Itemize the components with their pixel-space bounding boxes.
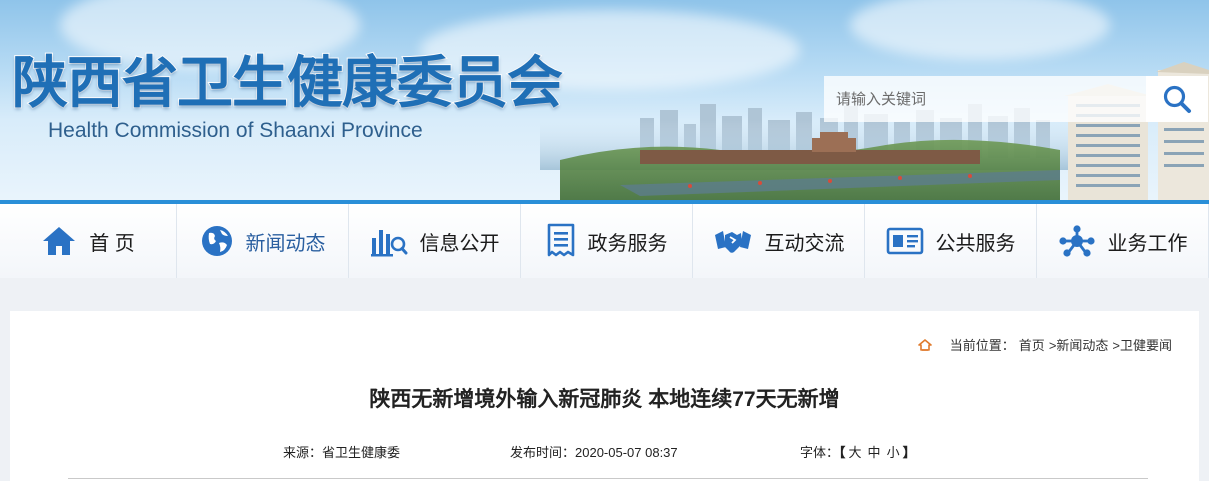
chart-search-icon — [370, 230, 407, 257]
breadcrumb: 当前位置： 首页 >新闻动态 >卫健要闻 — [917, 335, 1172, 354]
font-size-medium-button[interactable]: 中 — [868, 445, 881, 460]
breadcrumb-link-health-news[interactable]: >卫健要闻 — [1112, 335, 1172, 354]
nav-item-label: 业务工作 — [1107, 232, 1188, 255]
article-panel: 当前位置： 首页 >新闻动态 >卫健要闻 陕西无新增境外输入新冠肺炎 本地连续7… — [10, 311, 1199, 481]
nav-item-interaction[interactable]: 互动交流 — [693, 204, 865, 278]
font-size-control: 字体：【大中小】 — [800, 442, 916, 461]
font-size-large-button[interactable]: 大 — [849, 445, 862, 460]
divider — [68, 478, 1148, 479]
home-icon — [43, 227, 76, 255]
main-navigation: 首 页 新闻动态 信息公开 政务服务 互动交流 公共服务 业务工作 — [0, 200, 1209, 278]
location-home-icon — [917, 338, 932, 351]
nav-item-public-services[interactable]: 公共服务 — [865, 204, 1037, 278]
document-icon — [547, 223, 574, 257]
article-source: 来源：省卫生健康委 — [283, 445, 401, 460]
nav-item-government-services[interactable]: 政务服务 — [521, 204, 693, 278]
font-size-bracket-open: 【 — [839, 445, 846, 460]
search-input[interactable] — [824, 76, 1146, 122]
breadcrumb-prefix: 当前位置： — [949, 338, 1015, 353]
font-size-label: 字体： — [800, 445, 840, 460]
site-header-banner: 陕西省卫生健康委员会 Health Commission of Shaanxi … — [0, 0, 1209, 200]
nav-item-label: 新闻动态 — [245, 232, 326, 255]
font-size-bracket-close: 】 — [902, 445, 916, 460]
nav-item-label: 首 页 — [89, 232, 135, 255]
breadcrumb-link-home[interactable]: 首页 — [1019, 335, 1045, 354]
article-meta: 来源：省卫生健康委 发布时间：2020-05-07 08:37 字体：【大中小】 — [10, 442, 1199, 462]
nav-item-home[interactable]: 首 页 — [0, 204, 177, 278]
nav-item-label: 公共服务 — [935, 232, 1016, 255]
id-card-icon — [886, 227, 923, 255]
globe-icon — [201, 226, 232, 256]
breadcrumb-link-news[interactable]: >新闻动态 — [1049, 335, 1109, 354]
nav-item-news[interactable]: 新闻动态 — [177, 204, 349, 278]
site-logo-title[interactable]: 陕西省卫生健康委员会 — [11, 38, 564, 119]
handshake-icon — [714, 231, 751, 253]
search-button[interactable] — [1146, 76, 1208, 122]
nav-item-info-disclosure[interactable]: 信息公开 — [349, 204, 521, 278]
nav-item-label: 互动交流 — [764, 232, 845, 255]
search-icon — [1163, 85, 1191, 113]
nav-item-label: 政务服务 — [587, 232, 668, 255]
article-publish-time: 发布时间：2020-05-07 08:37 — [510, 445, 678, 460]
article-title: 陕西无新增境外输入新冠肺炎 本地连续77天无新增 — [369, 388, 840, 411]
nav-item-label: 信息公开 — [419, 232, 500, 255]
nav-item-business-work[interactable]: 业务工作 — [1037, 204, 1209, 278]
network-icon — [1058, 225, 1095, 257]
font-size-small-button[interactable]: 小 — [887, 445, 900, 460]
site-logo-subtitle: Health Commission of Shaanxi Province — [48, 119, 423, 142]
